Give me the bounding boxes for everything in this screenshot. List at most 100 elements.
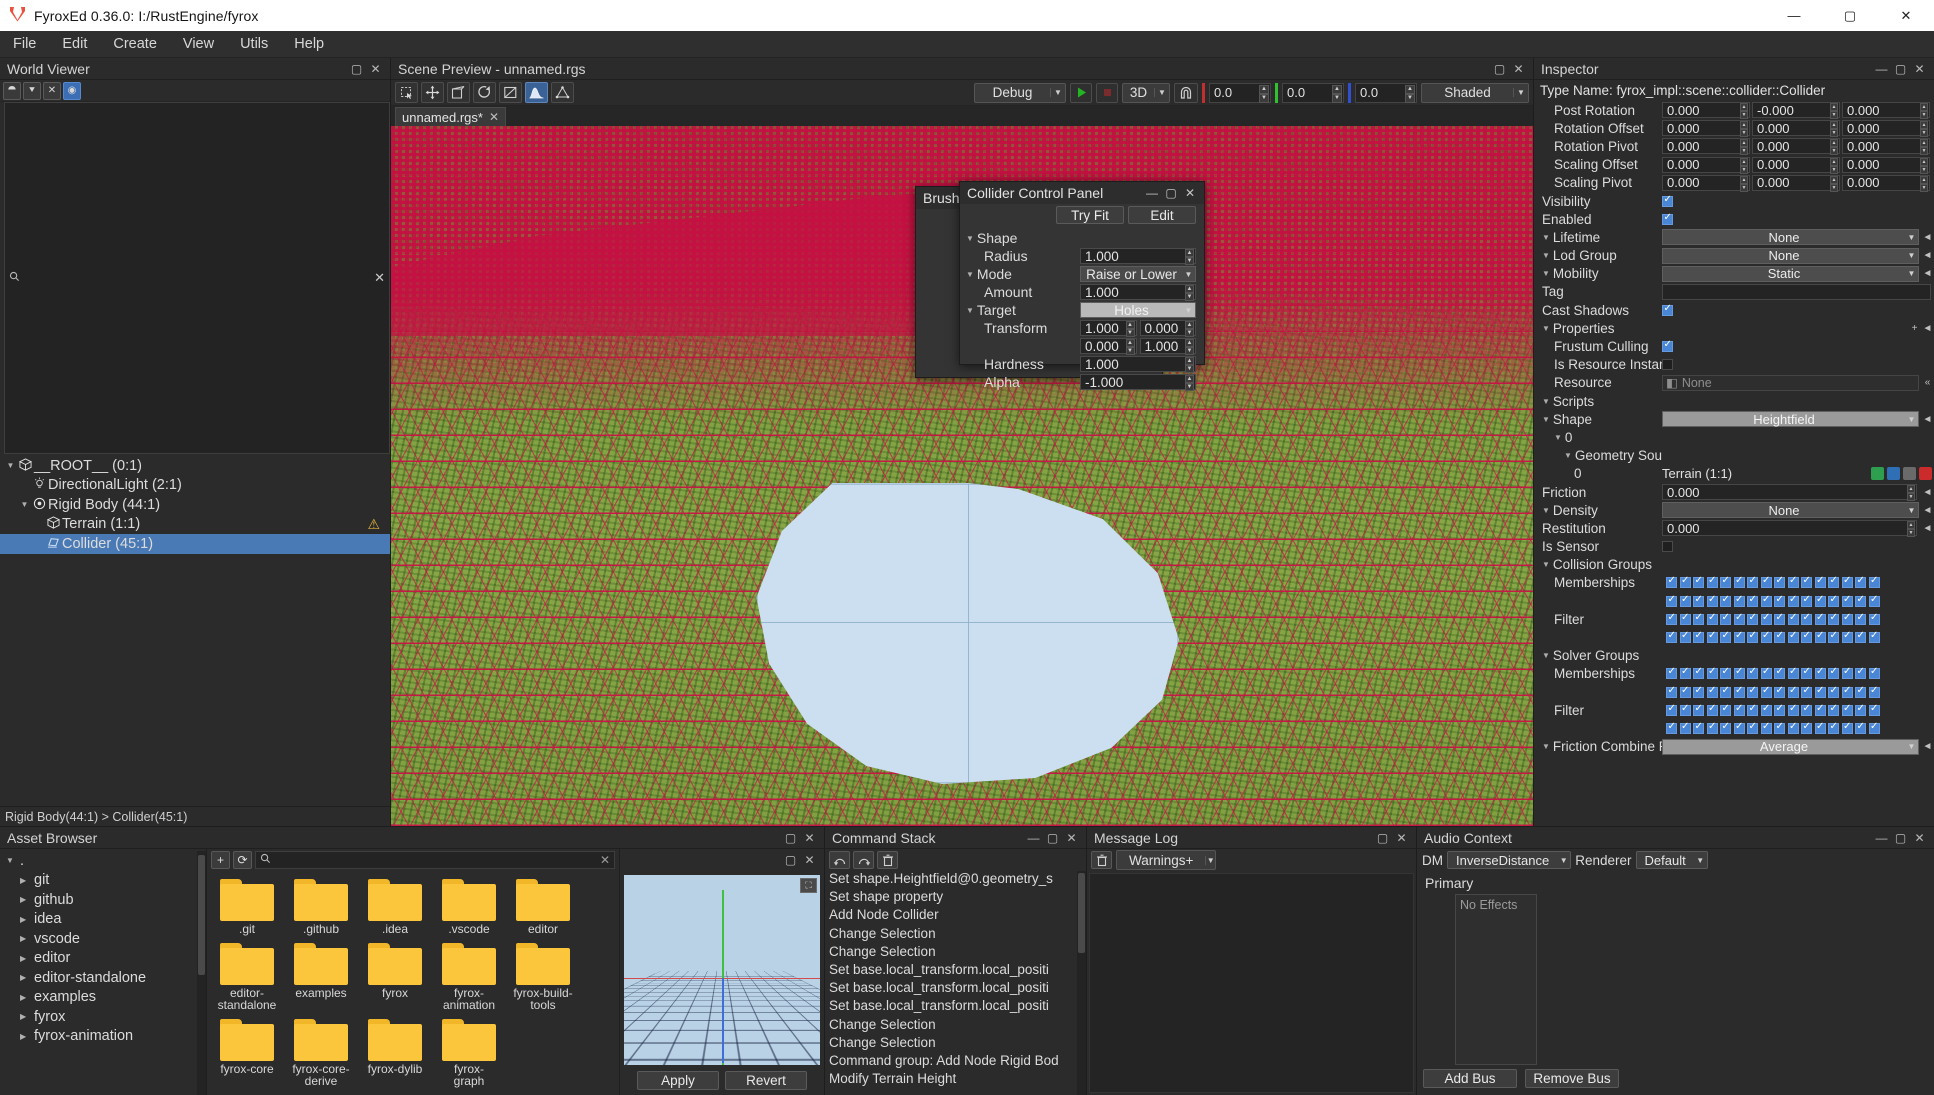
inspector-checkbox[interactable]: [1662, 303, 1673, 316]
delete-button[interactable]: [1919, 467, 1932, 481]
bitmask-checkbox[interactable]: [1814, 594, 1826, 607]
command-stack-entry[interactable]: Change Selection: [829, 1017, 1086, 1035]
bitmask-checkbox[interactable]: [1814, 721, 1826, 734]
revert-arrow-icon[interactable]: ◄: [1921, 323, 1934, 334]
menu-item-edit[interactable]: Edit: [49, 31, 100, 58]
build-profile-combo[interactable]: Debug ▼: [974, 82, 1066, 103]
bitmask-checkbox[interactable]: [1693, 703, 1704, 716]
command-stack-entry[interactable]: Set base.local_transform.local_positi: [829, 998, 1086, 1016]
copy-button[interactable]: [1903, 467, 1916, 481]
bitmask-checkbox[interactable]: [1720, 612, 1731, 625]
collider-panel-minimize-button[interactable]: —: [1143, 186, 1161, 200]
magnet-icon[interactable]: [1174, 82, 1198, 103]
bitmask-checkbox[interactable]: [1841, 594, 1853, 607]
bitmask-checkbox[interactable]: [1787, 703, 1799, 716]
asset-preview-viewport[interactable]: ⛶: [624, 875, 820, 1065]
audio-close-button[interactable]: ✕: [1911, 831, 1928, 845]
asset-search-input[interactable]: [271, 853, 600, 867]
inspector-number-field[interactable]: 0.000 ▲ ▼: [1752, 138, 1840, 156]
asset-tree-item[interactable]: ▶ fyrox-animation: [0, 1027, 206, 1047]
bitmask-checkbox[interactable]: [1787, 666, 1799, 680]
bitmask-checkbox[interactable]: [1760, 594, 1772, 607]
search-clear-icon[interactable]: ✕: [600, 853, 610, 867]
asset-tree-item[interactable]: ▶ fyrox: [0, 1007, 206, 1027]
trash-icon[interactable]: [1091, 851, 1112, 869]
bitmask-checkbox[interactable]: [1747, 703, 1758, 716]
inspector-dropdown[interactable]: Heightfield ▼: [1662, 411, 1919, 428]
chevron-icon[interactable]: ▶: [20, 1032, 34, 1041]
inspector-number-field[interactable]: 0.000 ▲ ▼: [1662, 138, 1750, 156]
inspector-checkbox[interactable]: [1662, 339, 1673, 353]
chevron-icon[interactable]: ▼: [6, 856, 20, 865]
inspector-number-field[interactable]: 0.000 ▲ ▼: [1842, 120, 1930, 138]
inspector-dropdown[interactable]: None ▼: [1662, 229, 1919, 246]
bitmask-checkbox[interactable]: [1733, 703, 1745, 716]
bitmask-checkbox[interactable]: [1801, 666, 1812, 680]
command-stack-entry[interactable]: Set shape.Heightfield@0.geometry_s: [829, 871, 1086, 889]
bitmask-checkbox[interactable]: [1666, 612, 1677, 625]
bitmask-checkbox[interactable]: [1868, 575, 1880, 589]
bitmask-checkbox[interactable]: [1679, 630, 1691, 644]
menu-item-file[interactable]: File: [0, 31, 49, 58]
revert-arrow-icon[interactable]: ◄: [1921, 232, 1934, 243]
bitmask-checkbox[interactable]: [1787, 630, 1799, 644]
bitmask-checkbox[interactable]: [1720, 630, 1731, 644]
collider-panel-number-field[interactable]: 1.000 ▲ ▼: [1080, 356, 1196, 373]
asset-item[interactable]: editor: [513, 879, 573, 935]
bitmask-checkbox[interactable]: [1679, 575, 1691, 589]
asset-item[interactable]: fyrox-graph: [439, 1019, 499, 1087]
menu-item-utils[interactable]: Utils: [227, 31, 281, 58]
search-clear-icon[interactable]: ✕: [370, 270, 385, 286]
inspector-number-field[interactable]: 0.000 ▲ ▼: [1662, 174, 1750, 192]
bitmask-checkbox[interactable]: [1720, 575, 1731, 589]
bitmask-checkbox[interactable]: [1787, 721, 1799, 734]
bitmask-checkbox[interactable]: [1801, 575, 1812, 589]
command-stack-entry[interactable]: Change Selection: [829, 1035, 1086, 1053]
asset-item[interactable]: .idea: [365, 879, 425, 935]
expand-all-button[interactable]: ⯆: [23, 81, 41, 100]
bitmask-checkbox[interactable]: [1747, 575, 1758, 589]
audio-bus-primary[interactable]: Primary: [1423, 875, 1928, 891]
message-log-list[interactable]: [1089, 873, 1414, 1093]
revert-arrow-icon[interactable]: ◄: [1921, 505, 1934, 516]
collider-panel-close-button[interactable]: ✕: [1181, 186, 1199, 200]
bitmask-checkbox[interactable]: [1706, 685, 1718, 698]
inspector-checkbox[interactable]: [1662, 541, 1673, 553]
bitmask-checkbox[interactable]: [1706, 612, 1718, 625]
bitmask-checkbox[interactable]: [1720, 703, 1731, 716]
message-log-maximize-button[interactable]: ▢: [1374, 831, 1391, 845]
bitmask-checkbox[interactable]: [1733, 666, 1745, 680]
collider-panel-number-field[interactable]: 1.000 ▲ ▼: [1080, 320, 1137, 337]
scene-close-button[interactable]: ✕: [1510, 62, 1527, 76]
bitmask-checkbox[interactable]: [1733, 685, 1745, 698]
bitmask-checkbox[interactable]: [1801, 612, 1812, 625]
command-stack-entry[interactable]: Command group: Add Node Rigid Bod: [829, 1053, 1086, 1071]
bitmask-checkbox[interactable]: [1747, 685, 1758, 698]
inspector-checkbox[interactable]: [1662, 359, 1673, 371]
asset-item[interactable]: fyrox-build-tools: [513, 943, 573, 1011]
inspector-dropdown[interactable]: Static ▼: [1662, 265, 1919, 282]
revert-arrow-icon[interactable]: ◄: [1921, 487, 1934, 498]
inspector-number-field[interactable]: 0.000 ▲ ▼: [1842, 138, 1930, 156]
inspector-checkbox[interactable]: [1662, 194, 1673, 207]
command-stack-entry[interactable]: Set shape property: [829, 889, 1086, 907]
locate-button[interactable]: [1871, 467, 1884, 481]
asset-item[interactable]: fyrox-core-derive: [291, 1019, 351, 1087]
bitmask-checkbox[interactable]: [1747, 666, 1758, 680]
inspector-number-field[interactable]: 0.000 ▲ ▼: [1662, 120, 1750, 138]
inspector-resource-field[interactable]: ◧ None: [1662, 374, 1919, 391]
bitmask-checkbox[interactable]: [1774, 721, 1785, 734]
inspector-dropdown[interactable]: None ▼: [1662, 247, 1919, 264]
asset-refresh-button[interactable]: ⟳: [233, 851, 252, 869]
bitmask-checkbox[interactable]: [1733, 575, 1745, 589]
bitmask-checkbox[interactable]: [1841, 685, 1853, 698]
bitmask-checkbox[interactable]: [1828, 594, 1839, 607]
revert-arrow-icon[interactable]: ◄: [1921, 414, 1934, 425]
bitmask-checkbox[interactable]: [1774, 630, 1785, 644]
bitmask-checkbox[interactable]: [1774, 666, 1785, 680]
menu-item-create[interactable]: Create: [100, 31, 170, 58]
collider-panel-dropdown[interactable]: Raise or Lower ▼: [1080, 266, 1196, 282]
bitmask-checkbox[interactable]: [1666, 721, 1677, 734]
bitmask-checkbox[interactable]: [1814, 703, 1826, 716]
asset-tree-scrollbar[interactable]: [197, 851, 206, 1095]
